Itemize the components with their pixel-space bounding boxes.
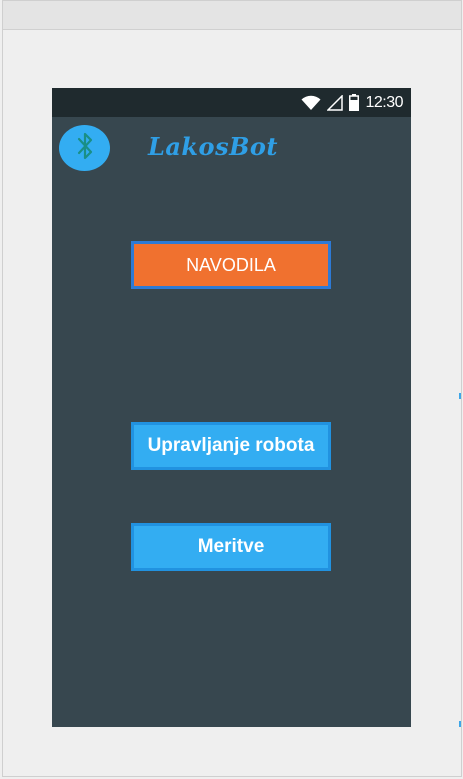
frame-top-bar — [3, 1, 461, 30]
app-title: LakosBot — [148, 132, 278, 161]
wifi-icon — [301, 95, 321, 111]
bluetooth-icon — [77, 131, 93, 166]
signal-icon — [327, 94, 344, 111]
phone-screen: 12:30 LakosBot NAVODILA Upravljanje robo… — [52, 88, 411, 727]
edge-handle — [459, 721, 461, 727]
status-bar: 12:30 — [52, 88, 411, 117]
bluetooth-button[interactable] — [59, 125, 110, 171]
status-time: 12:30 — [365, 93, 403, 111]
measurements-button[interactable]: Meritve — [131, 523, 331, 571]
robot-control-button[interactable]: Upravljanje robota — [131, 422, 331, 470]
edge-handle — [459, 393, 461, 399]
navodila-button[interactable]: NAVODILA — [131, 241, 331, 289]
battery-icon — [349, 94, 360, 111]
